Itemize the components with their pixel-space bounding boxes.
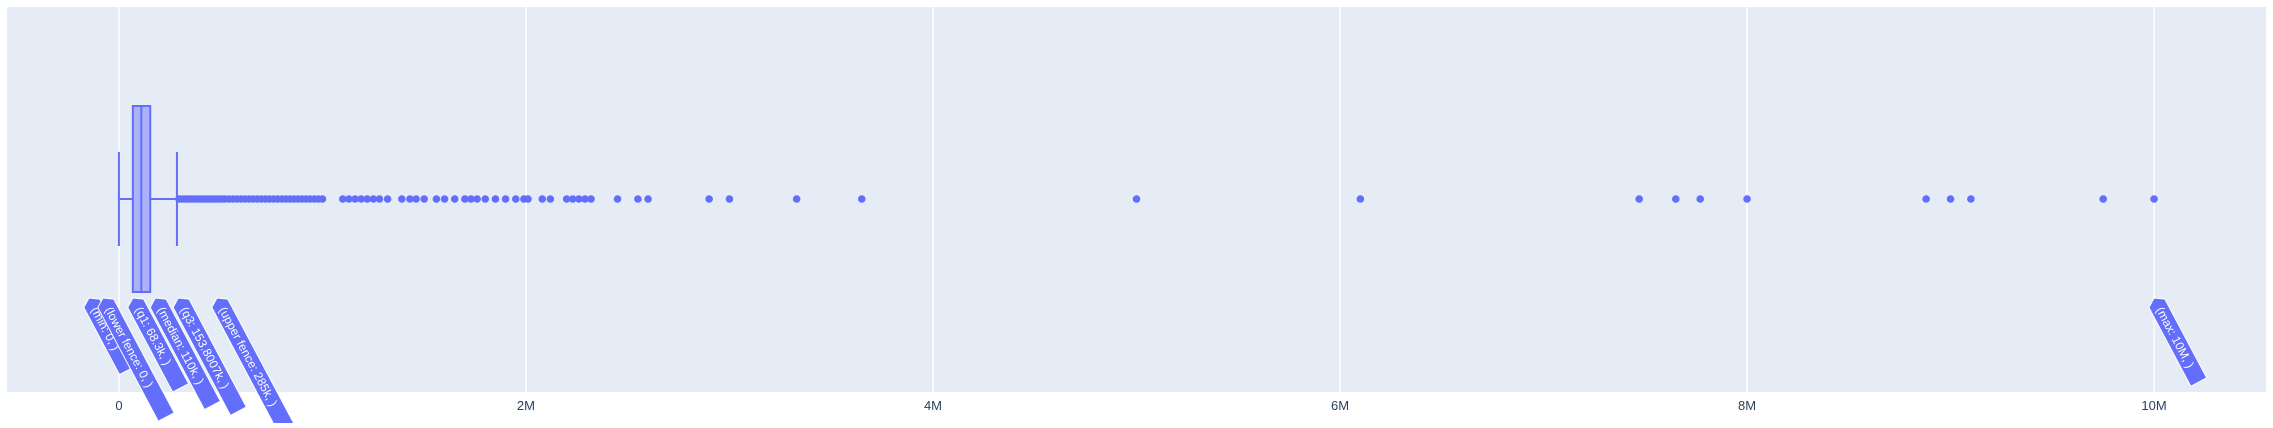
- outlier-point: [792, 195, 801, 203]
- chart-svg: (min: 0, )(lower fence: 0, )(q1: 68.3k, …: [7, 7, 2266, 428]
- outlier-point: [634, 195, 642, 203]
- x-axis-ticks: 0 2M 4M 6M 8M 10M: [115, 398, 2166, 413]
- outlier-point: [1696, 195, 1705, 203]
- x-tick-label: 10M: [2141, 398, 2166, 413]
- outlier-point: [318, 195, 327, 203]
- outlier-point: [725, 195, 734, 203]
- outlier-point: [1356, 195, 1365, 203]
- outlier-point: [375, 195, 384, 203]
- outlier-point: [524, 195, 532, 203]
- outlier-point: [511, 195, 520, 203]
- outlier-point: [857, 195, 866, 203]
- outlier-point: [1946, 195, 1955, 203]
- outlier-point: [2099, 195, 2107, 203]
- outlier-point: [412, 195, 420, 203]
- outlier-point: [587, 195, 595, 203]
- outlier-point: [546, 195, 555, 203]
- outlier-point: [1743, 195, 1751, 203]
- outlier-point: [501, 195, 510, 203]
- outlier-point: [398, 195, 406, 203]
- outlier-point: [2150, 195, 2158, 203]
- outlier-point: [450, 195, 459, 203]
- x-tick-label: 2M: [517, 398, 535, 413]
- outlier-point: [432, 195, 441, 203]
- x-tick-label: 8M: [1738, 398, 1756, 413]
- outlier-point: [440, 195, 449, 203]
- outlier-point: [1922, 195, 1930, 203]
- outlier-point: [1967, 195, 1975, 203]
- x-tick-label: 6M: [1331, 398, 1349, 413]
- outlier-point: [383, 195, 392, 203]
- outlier-point: [1132, 195, 1141, 203]
- outlier-point: [1635, 195, 1643, 203]
- outlier-point: [481, 195, 490, 203]
- x-tick-label: 4M: [924, 398, 942, 413]
- outlier-point: [491, 195, 500, 203]
- outlier-point: [613, 195, 622, 203]
- outlier-point: [420, 195, 429, 203]
- outlier-point: [538, 195, 547, 203]
- box-plot-chart: (min: 0, ) (lower fence: 0, ) (q1: 68.3k, …: [0, 0, 2273, 428]
- outlier-point: [705, 195, 713, 203]
- x-tick-label: 0: [115, 398, 122, 413]
- outlier-point: [644, 195, 652, 203]
- outlier-point: [473, 195, 481, 203]
- outlier-point: [1672, 195, 1680, 203]
